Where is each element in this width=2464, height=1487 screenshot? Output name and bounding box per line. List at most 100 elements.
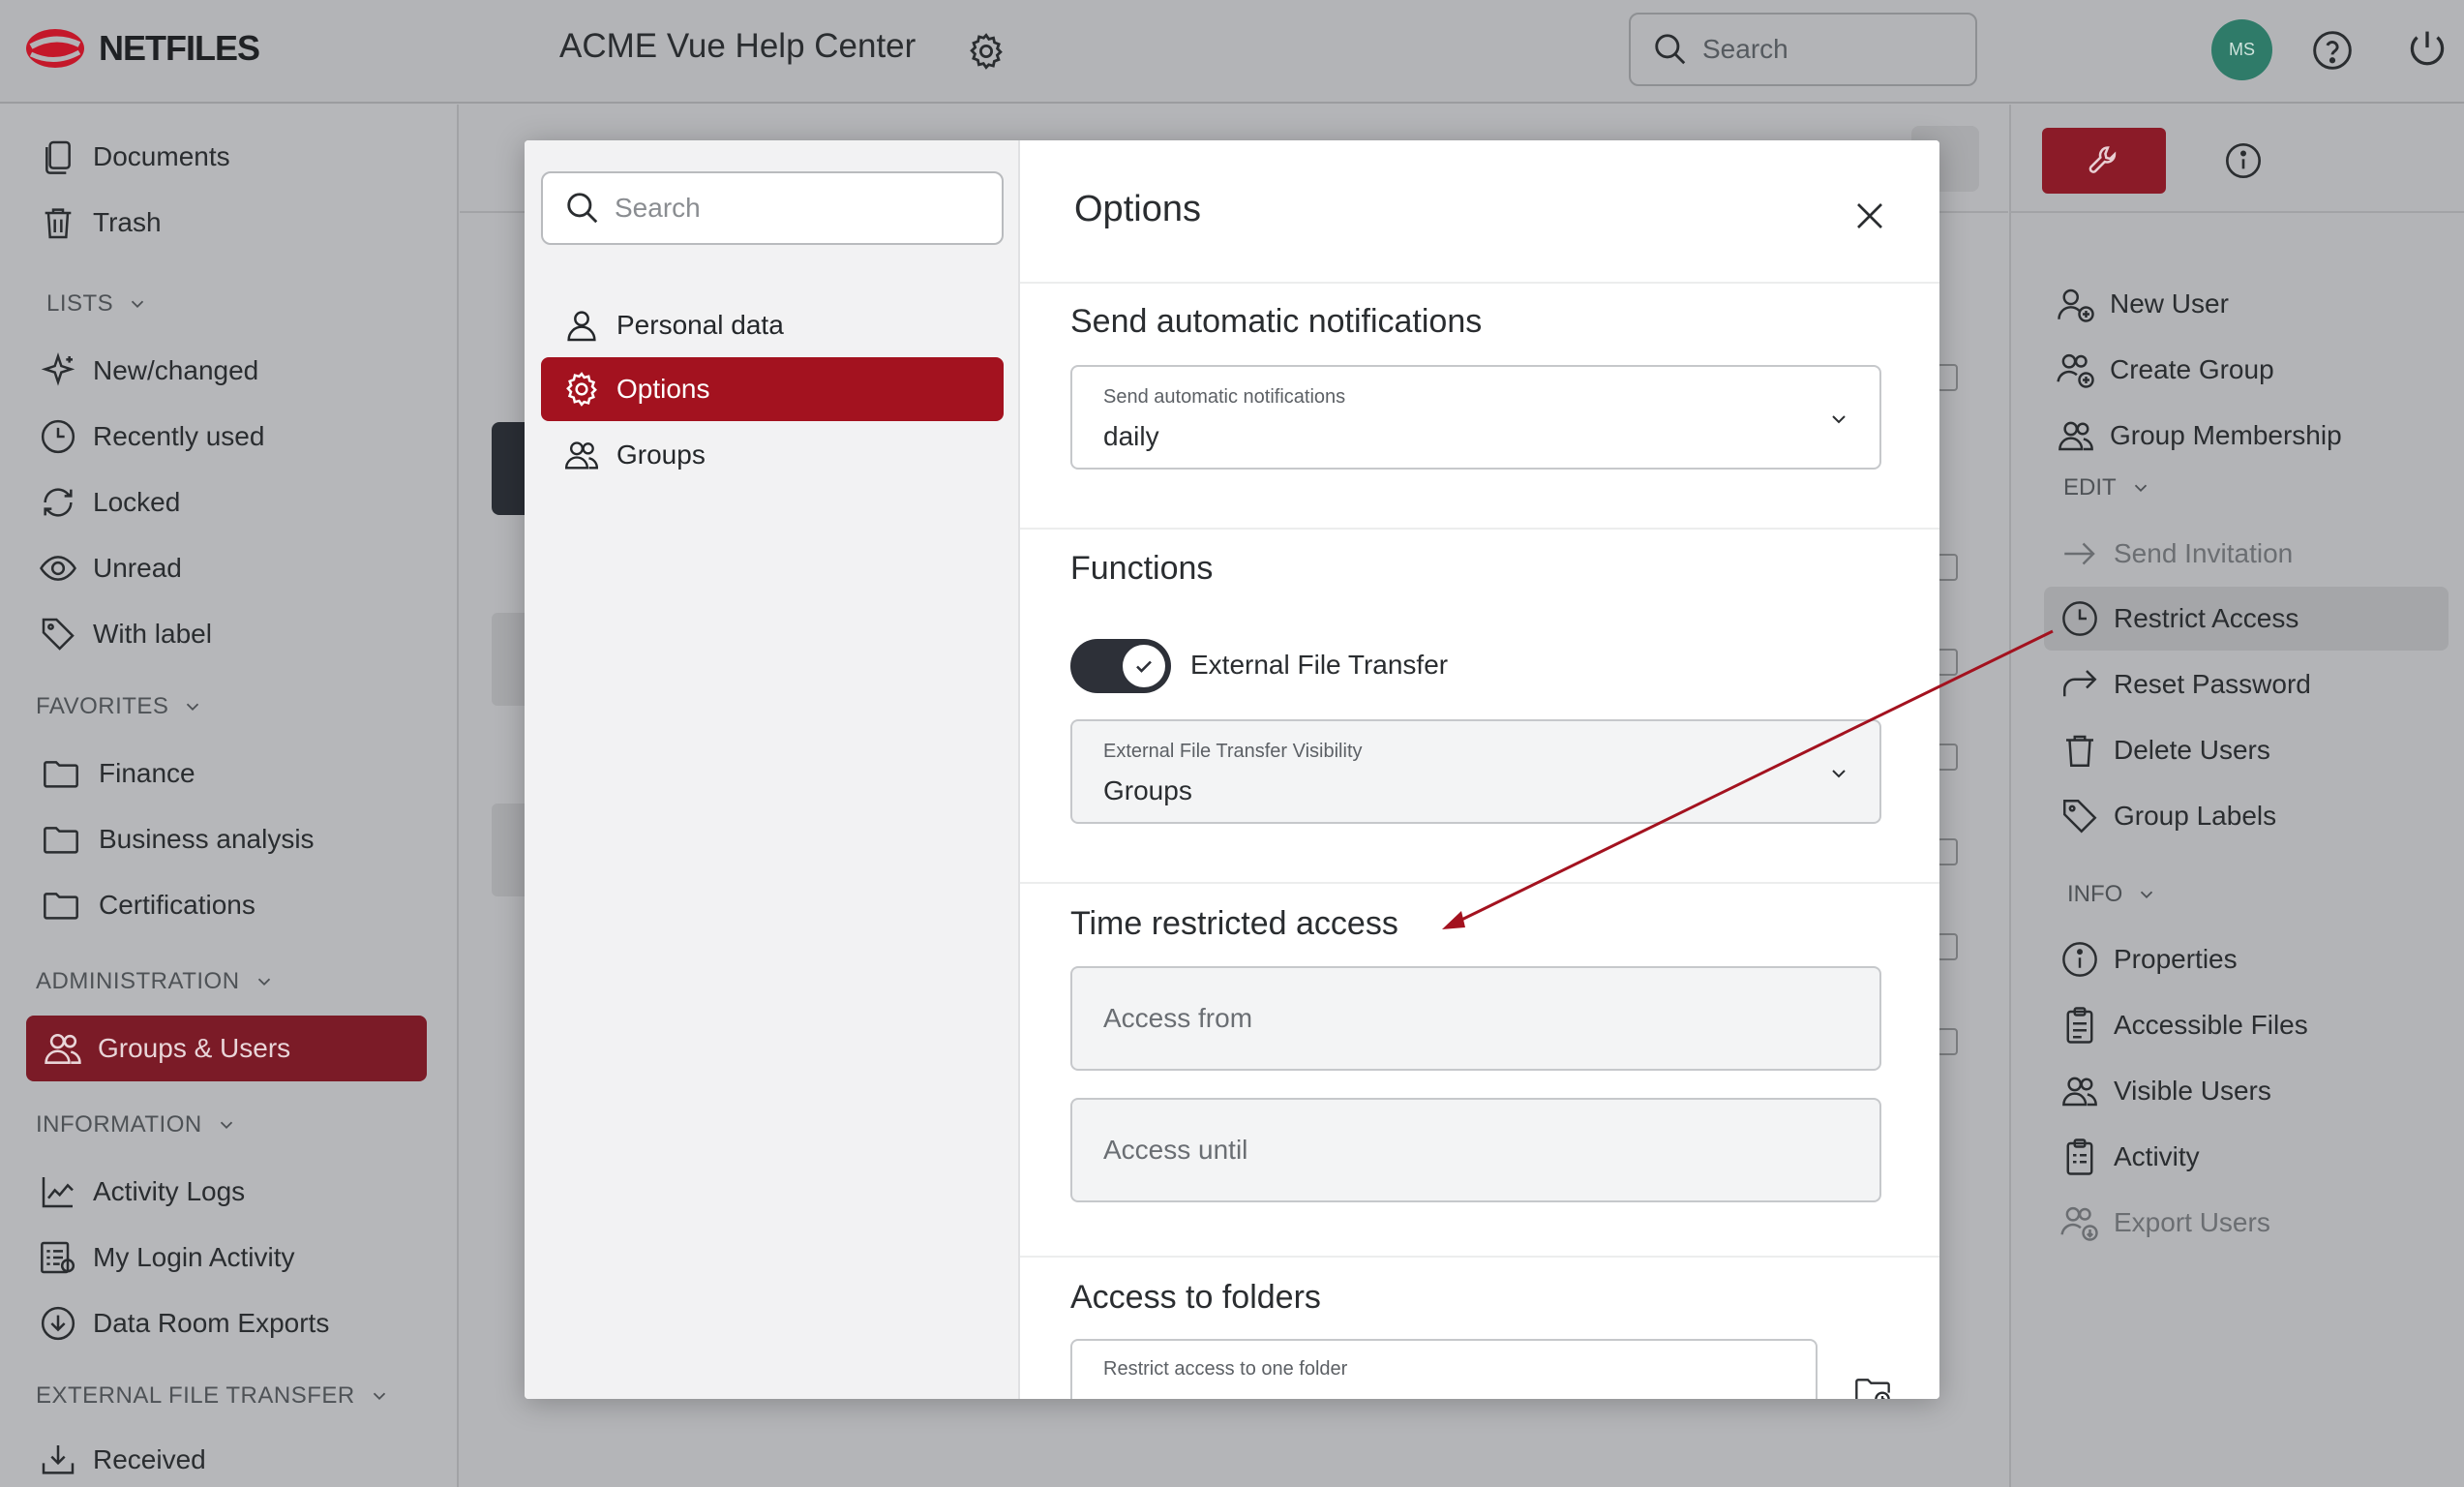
sidebar-item-new-changed[interactable]: New/changed	[39, 344, 258, 398]
action-accessible-files[interactable]: Accessible Files	[2059, 998, 2308, 1052]
action-label: Properties	[2114, 944, 2238, 974]
notifications-select[interactable]: Send automatic notifications daily	[1070, 365, 1881, 470]
section-title: LISTS	[46, 290, 114, 317]
clipboard-icon	[2066, 1007, 2093, 1044]
sidebar-item-documents[interactable]: Documents	[39, 130, 230, 184]
divider	[1020, 528, 1939, 530]
search-icon	[1655, 34, 1686, 65]
action-label: Export Users	[2114, 1207, 2270, 1237]
action-export-users[interactable]: Export Users	[2059, 1196, 2270, 1250]
action-label: Create Group	[2110, 354, 2274, 384]
sidebar-item-groups-users[interactable]: Groups & Users	[26, 1016, 427, 1081]
section-title: EXTERNAL FILE TRANSFER	[36, 1382, 355, 1409]
sidebar-item-data-room-exports[interactable]: Data Room Exports	[39, 1296, 329, 1350]
tag-icon	[2063, 800, 2097, 834]
lists-section-header[interactable]: LISTS	[46, 290, 148, 318]
action-send-invitation[interactable]: Send Invitation	[2059, 527, 2293, 581]
user-avatar[interactable]: MS	[2211, 19, 2272, 80]
edit-section-header[interactable]: EDIT	[2063, 474, 2151, 501]
folder-clock-icon[interactable]	[1850, 1372, 1895, 1399]
section-title: ADMINISTRATION	[36, 968, 240, 994]
top-bar: NETFILES ACME Vue Help Center Search MS	[0, 0, 2464, 104]
sidebar-item-finance[interactable]: Finance	[39, 746, 195, 801]
action-label: New User	[2110, 288, 2229, 319]
eft-visibility-label: External File Transfer Visibility	[1103, 741, 1363, 762]
row-checkbox	[1937, 554, 1958, 581]
action-restrict-access[interactable]: Restrict Access	[2059, 592, 2299, 646]
group-icon	[2062, 1077, 2097, 1107]
wrench-icon	[2088, 146, 2117, 173]
section-title: INFO	[2067, 881, 2123, 907]
row-checkbox	[1937, 364, 1958, 391]
action-delete-users[interactable]: Delete Users	[2059, 723, 2270, 777]
restrict-folder-input[interactable]: Restrict access to one folder	[1070, 1339, 1818, 1399]
folder-icon	[44, 893, 78, 920]
dialog-nav-personal-data[interactable]: Personal data	[541, 293, 1004, 357]
chevron-down-icon	[132, 300, 144, 309]
netfiles-logo[interactable]: NETFILES	[25, 27, 260, 70]
favorites-section-header[interactable]: FAVORITES	[36, 693, 203, 720]
sidebar-item-label: Business analysis	[99, 824, 315, 854]
forward-icon	[2063, 670, 2097, 697]
sidebar-item-certifications[interactable]: Certifications	[39, 878, 255, 932]
folders-section-title: Access to folders	[1070, 1279, 1321, 1316]
external-file-transfer-section-header[interactable]: EXTERNAL FILE TRANSFER	[36, 1382, 390, 1410]
documents-icon	[45, 140, 71, 174]
external-file-transfer-toggle[interactable]	[1070, 639, 1171, 693]
sidebar-item-my-login-activity[interactable]: My Login Activity	[39, 1230, 295, 1285]
row-checkbox	[1937, 649, 1958, 676]
inbox-download-icon	[42, 1445, 75, 1474]
close-icon[interactable]	[1852, 198, 1887, 233]
chevron-down-icon	[2141, 891, 2153, 899]
sidebar-item-with-label[interactable]: With label	[39, 607, 212, 661]
information-section-header[interactable]: INFORMATION	[36, 1111, 237, 1138]
right-sidebar: New User Create Group Group Membership E…	[2009, 105, 2464, 1487]
administration-section-header[interactable]: ADMINISTRATION	[36, 968, 275, 995]
action-visible-users[interactable]: Visible Users	[2059, 1064, 2271, 1118]
info-section-header[interactable]: INFO	[2067, 881, 2157, 908]
sidebar-item-label: Groups & Users	[98, 1033, 291, 1063]
access-until-input[interactable]: Access until	[1070, 1098, 1881, 1202]
sidebar-item-business-analysis[interactable]: Business analysis	[39, 812, 315, 866]
info-tab-icon[interactable]	[2224, 141, 2263, 180]
sidebar-item-label: Trash	[93, 207, 162, 237]
dialog-navigation: Search Personal data Options Groups	[525, 140, 1020, 1399]
action-properties[interactable]: Properties	[2059, 932, 2238, 986]
divider	[1020, 1256, 1939, 1258]
restrict-folder-label: Restrict access to one folder	[1103, 1358, 1348, 1380]
list-icon	[41, 1241, 75, 1274]
group-icon	[2058, 421, 2093, 451]
sidebar-item-unread[interactable]: Unread	[39, 541, 182, 595]
settings-gear-icon[interactable]	[966, 31, 1007, 72]
power-icon[interactable]	[2406, 27, 2449, 70]
dialog-search-input[interactable]: Search	[541, 171, 1004, 245]
help-icon[interactable]	[2311, 29, 2354, 72]
folder-icon	[44, 827, 78, 854]
dialog-nav-options[interactable]: Options	[541, 357, 1004, 421]
eft-visibility-select[interactable]: External File Transfer Visibility Groups	[1070, 719, 1881, 824]
dialog-nav-groups[interactable]: Groups	[541, 423, 1004, 487]
dialog-nav-label: Personal data	[616, 310, 784, 340]
tag-icon	[42, 618, 75, 651]
refresh-icon	[44, 488, 73, 517]
action-group-labels[interactable]: Group Labels	[2059, 789, 2276, 843]
action-activity[interactable]: Activity	[2059, 1130, 2200, 1184]
sidebar-item-label: Activity Logs	[93, 1176, 246, 1206]
sidebar-item-label: New/changed	[93, 355, 259, 385]
access-from-input[interactable]: Access from	[1070, 966, 1881, 1071]
action-new-user[interactable]: New User	[2056, 277, 2229, 331]
action-reset-password[interactable]: Reset Password	[2059, 657, 2311, 712]
action-group-membership[interactable]: Group Membership	[2056, 409, 2342, 463]
tab-actions[interactable]	[2042, 128, 2166, 194]
sidebar-item-label: Unread	[93, 553, 182, 583]
sidebar-item-trash[interactable]: Trash	[39, 196, 162, 250]
sidebar-item-locked[interactable]: Locked	[39, 475, 180, 530]
clock-icon	[2062, 601, 2097, 636]
sidebar-item-activity-logs[interactable]: Activity Logs	[39, 1165, 245, 1219]
sidebar-item-received[interactable]: Received	[39, 1433, 206, 1487]
chevron-down-icon	[1832, 770, 1846, 778]
dialog-search-placeholder: Search	[615, 193, 701, 223]
header-search-input[interactable]: Search	[1629, 13, 1977, 86]
sidebar-item-recently-used[interactable]: Recently used	[39, 410, 264, 464]
action-create-group[interactable]: Create Group	[2056, 343, 2274, 397]
